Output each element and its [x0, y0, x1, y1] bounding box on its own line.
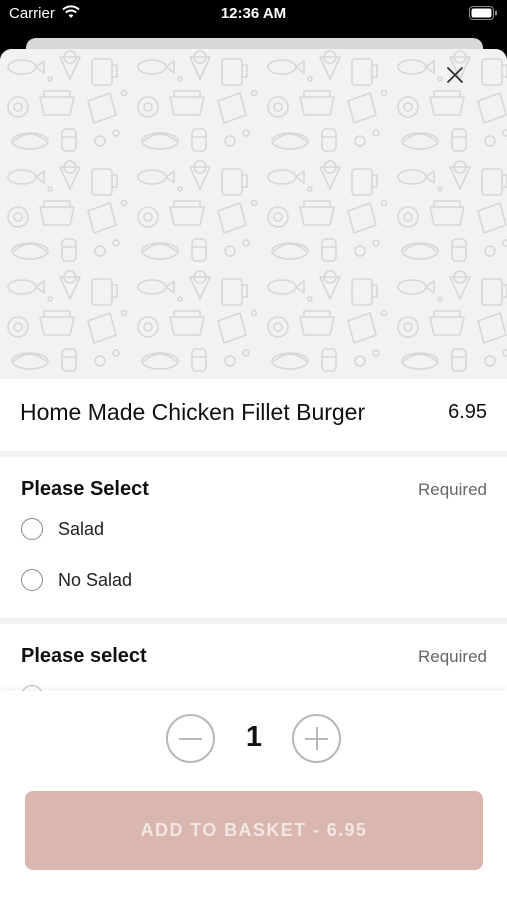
item-name: Home Made Chicken Fillet Burger — [20, 399, 366, 425]
item-header: Home Made Chicken Fillet Burger 6.95 — [0, 379, 507, 451]
option-group-title: Please select — [21, 645, 147, 667]
option-label: No Salad — [58, 569, 133, 590]
radio-button[interactable] — [21, 518, 43, 540]
item-price: 6.95 — [448, 401, 487, 423]
quantity-value: 1 — [245, 721, 263, 753]
close-icon — [447, 67, 463, 83]
increase-quantity-button[interactable] — [292, 714, 341, 763]
option-group-title: Please Select — [21, 478, 149, 500]
decrease-quantity-button[interactable] — [166, 714, 215, 763]
option-no-salad[interactable]: No Salad — [21, 566, 132, 594]
option-salad[interactable]: Salad — [21, 515, 104, 543]
option-label: Salad — [58, 518, 105, 539]
divider — [0, 451, 507, 457]
battery-icon — [469, 6, 498, 25]
food-pattern-image — [0, 49, 507, 379]
required-label: Required — [418, 647, 487, 666]
close-button[interactable] — [446, 66, 476, 96]
add-to-basket-button[interactable]: ADD TO BASKET - 6.95 — [25, 791, 483, 870]
item-sheet: Home Made Chicken Fillet Burger 6.95 Ple… — [0, 49, 507, 900]
add-to-basket-panel: 1 ADD TO BASKET - 6.95 — [0, 691, 507, 900]
clock: 12:36 AM — [220, 5, 287, 22]
divider — [0, 618, 507, 624]
radio-button[interactable] — [21, 569, 43, 591]
add-to-basket-label: ADD TO BASKET - 6.95 — [140, 820, 368, 840]
required-label: Required — [418, 480, 487, 499]
status-bar: Carrier 12:36 AM — [0, 0, 507, 30]
